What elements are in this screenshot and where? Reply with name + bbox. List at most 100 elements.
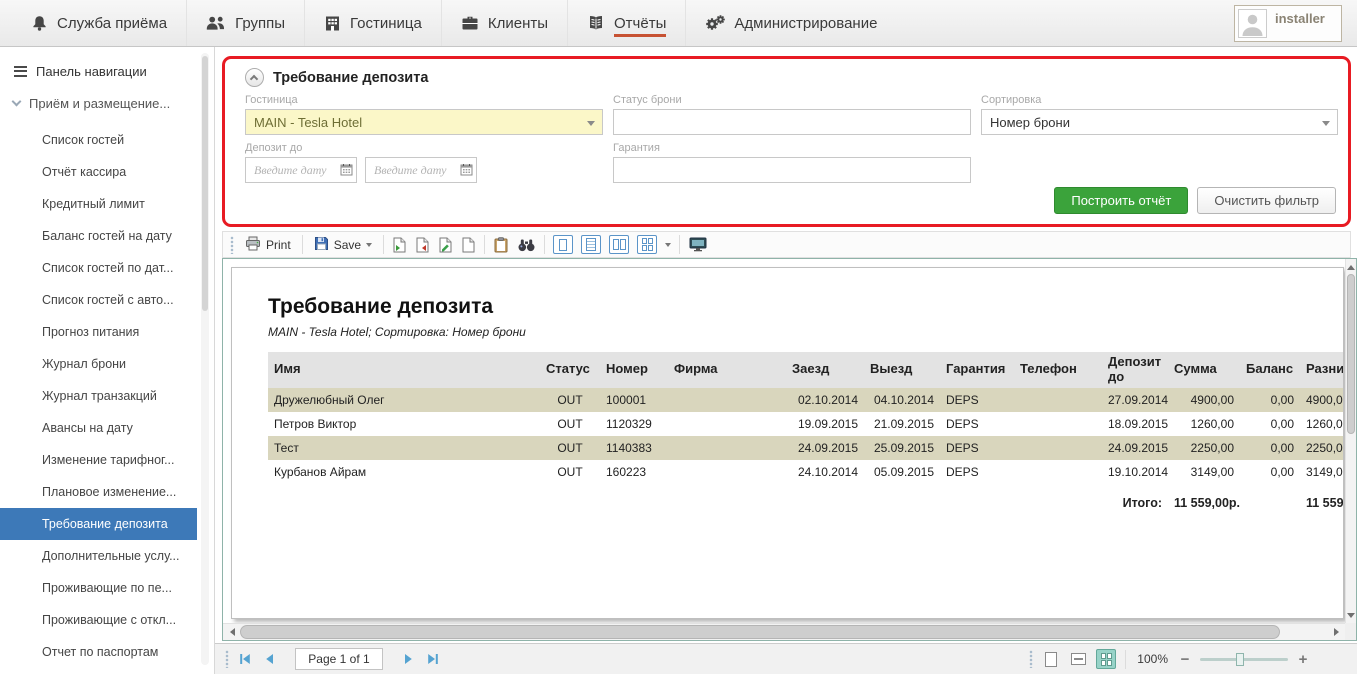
statusbar-grip — [225, 650, 229, 668]
scroll-up-arrow[interactable] — [1346, 259, 1356, 273]
sidebar-item[interactable]: Требование депозита — [0, 508, 197, 540]
page-import-button[interactable] — [415, 236, 430, 254]
view-caret-icon[interactable] — [665, 243, 671, 250]
table-cell: 1260,00 — [1168, 412, 1240, 436]
nav-clients[interactable]: Клиенты — [441, 0, 567, 46]
table-row[interactable]: Петров Виктор OUT 1120329 19.09.2015 21.… — [268, 412, 1344, 436]
scroll-left-arrow[interactable] — [223, 624, 240, 640]
zoom-out-button[interactable]: − — [1179, 651, 1191, 668]
totals-difference: 11 559,00р. — [1300, 484, 1344, 514]
view-two-pages-button[interactable] — [609, 235, 629, 254]
pager-first-button[interactable] — [236, 650, 254, 668]
view-continuous-button[interactable] — [581, 235, 601, 254]
print-button[interactable]: Print — [242, 234, 294, 256]
sidebar-item[interactable]: Кредитный лимит — [0, 188, 197, 220]
sidebar-item[interactable]: Проживающие по пе... — [0, 572, 197, 604]
clipboard-button[interactable] — [493, 236, 509, 254]
build-report-button[interactable]: Построить отчёт — [1054, 187, 1188, 214]
status-field: Статус брони — [613, 94, 971, 135]
guarantee-input[interactable] — [613, 157, 971, 183]
sidebar-item[interactable]: Список гостей с авто... — [0, 284, 197, 316]
vertical-scrollbar[interactable] — [1345, 259, 1356, 623]
save-button[interactable]: Save — [311, 234, 375, 256]
report-title: Требование депозита — [268, 295, 1343, 319]
sidebar-item[interactable]: Список гостей — [0, 124, 197, 156]
table-cell: 24.09.2015 — [1102, 436, 1168, 460]
table-cell: Курбанов Айрам — [268, 460, 540, 484]
scrollbar-thumb[interactable] — [1347, 274, 1355, 434]
sidebar-item[interactable]: Проживающие с откл... — [0, 604, 197, 636]
find-button[interactable] — [517, 237, 536, 253]
fit-width-button[interactable] — [1069, 650, 1087, 669]
grid-pages-icon — [642, 238, 653, 251]
nav-administration[interactable]: Администрирование — [685, 0, 896, 46]
zoom-in-button[interactable]: + — [1297, 651, 1309, 668]
report-table: ИмяСтатусНомерФирмаЗаездВыездГарантияТел… — [268, 352, 1344, 514]
zoom-slider-handle[interactable] — [1236, 653, 1244, 666]
multi-page-button[interactable] — [1096, 649, 1116, 669]
sidebar-item[interactable]: Плановое изменение... — [0, 476, 197, 508]
table-cell: 19.09.2015 — [786, 412, 864, 436]
scroll-right-arrow[interactable] — [1329, 624, 1346, 640]
sidebar-item[interactable]: Изменение тарифног... — [0, 444, 197, 476]
sidebar-item[interactable]: Авансы на дату — [0, 412, 197, 444]
report-toolbar: Print Save — [222, 231, 1351, 258]
table-row[interactable]: Дружелюбный Олег OUT 100001 02.10.2014 0… — [268, 388, 1344, 412]
fit-page-button[interactable] — [1042, 650, 1060, 669]
sidebar-item[interactable]: Отчет по паспортам — [0, 636, 197, 668]
fit-width-icon — [1071, 653, 1086, 665]
nav-reception-label: Служба приёма — [57, 15, 167, 32]
nav-hotel[interactable]: Гостиница — [304, 0, 441, 46]
scrollbar-thumb[interactable] — [202, 56, 208, 311]
sidebar-scrollbar[interactable] — [201, 53, 209, 665]
sidebar-item[interactable]: Дополнительные услу... — [0, 540, 197, 572]
page-export-button[interactable] — [392, 236, 407, 254]
sidebar-item[interactable]: Отчёт кассира — [0, 156, 197, 188]
zoom-level: 100% — [1137, 652, 1168, 666]
sidebar-item[interactable]: Прогноз питания — [0, 316, 197, 348]
view-single-page-button[interactable] — [553, 235, 573, 254]
clear-filter-button[interactable]: Очистить фильтр — [1197, 187, 1336, 214]
blank-page-button[interactable] — [461, 236, 476, 254]
printer-icon — [245, 236, 261, 254]
page-edit-button[interactable] — [438, 236, 453, 254]
table-row[interactable]: Курбанов Айрам OUT 160223 24.10.2014 05.… — [268, 460, 1344, 484]
sidebar-item[interactable]: Журнал транзакций — [0, 380, 197, 412]
hotel-select[interactable]: MAIN - Tesla Hotel — [245, 109, 603, 135]
user-badge[interactable]: installer — [1234, 5, 1342, 42]
statusbar-grip — [1029, 650, 1033, 668]
table-cell: 4900,00 — [1168, 388, 1240, 412]
pager-next-button[interactable] — [399, 650, 417, 668]
table-cell: 3149,00 — [1300, 460, 1344, 484]
sort-select[interactable]: Номер брони — [981, 109, 1338, 135]
scroll-down-arrow[interactable] — [1346, 609, 1356, 623]
nav-groups-label: Группы — [235, 15, 285, 32]
sidebar-item[interactable]: Баланс гостей на дату — [0, 220, 197, 252]
table-cell: 1120329 — [600, 412, 668, 436]
scrollbar-thumb[interactable] — [240, 625, 1280, 639]
totals-label: Итого: — [1102, 484, 1168, 514]
table-row[interactable]: Тест OUT 1140383 24.09.2015 25.09.2015 D… — [268, 436, 1344, 460]
section-reception[interactable]: Приём и размещение... — [13, 96, 214, 111]
fullscreen-button[interactable] — [688, 236, 708, 254]
pager-prev-button[interactable] — [261, 650, 279, 668]
report-page: Требование депозита MAIN - Tesla Hotel; … — [231, 267, 1344, 619]
pager-last-button[interactable] — [424, 650, 442, 668]
nav-reports[interactable]: Отчёты — [567, 0, 685, 46]
zoom-slider[interactable] — [1200, 658, 1288, 661]
calendar-icon[interactable] — [460, 163, 473, 181]
nav-reception[interactable]: Служба приёма — [12, 0, 186, 46]
table-cell — [1014, 436, 1102, 460]
sidebar-item[interactable]: Журнал брони — [0, 348, 197, 380]
continuous-page-icon — [586, 238, 596, 251]
collapse-panel-button[interactable] — [245, 68, 264, 87]
nav-groups[interactable]: Группы — [186, 0, 304, 46]
horizontal-scrollbar[interactable] — [223, 623, 1346, 640]
nav-panel-header[interactable]: Панель навигации — [14, 63, 214, 79]
table-cell — [668, 460, 786, 484]
sidebar-item[interactable]: Список гостей по дат... — [0, 252, 197, 284]
view-multipage-button[interactable] — [637, 235, 657, 254]
calendar-icon[interactable] — [340, 163, 353, 181]
status-input[interactable] — [613, 109, 971, 135]
table-cell: 25.09.2015 — [864, 436, 940, 460]
